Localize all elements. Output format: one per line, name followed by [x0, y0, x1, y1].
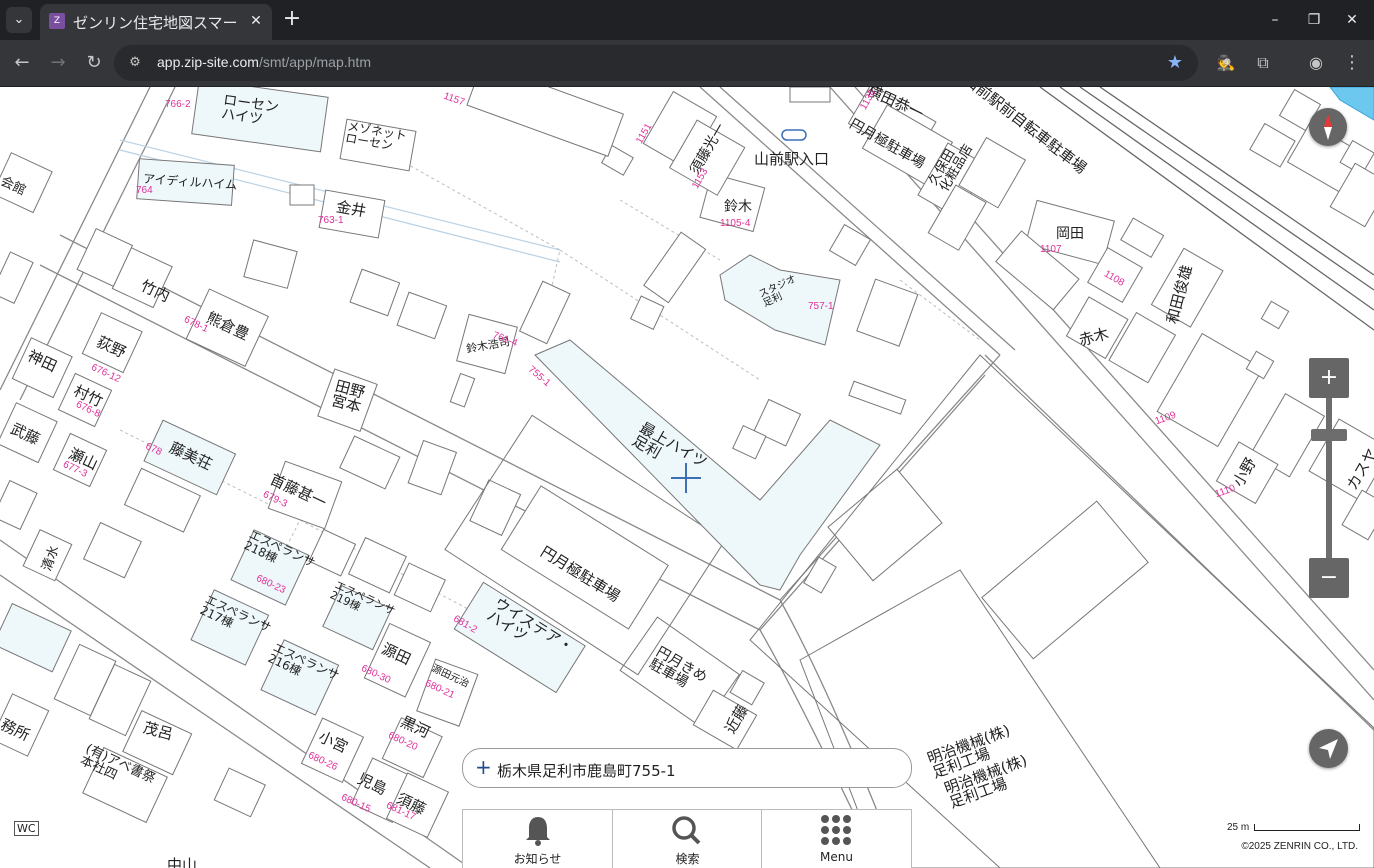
plus-icon: + [282, 6, 302, 31]
browser-toolbar: ← → ↻ ⚙ app.zip-site.com/smt/app/map.htm… [0, 40, 1374, 87]
compass-button[interactable] [1309, 108, 1347, 146]
scale-label: 25 m [1227, 822, 1250, 833]
compass-icon [1324, 114, 1332, 140]
close-icon[interactable]: ✕ [246, 11, 266, 31]
notice-button[interactable]: お知らせ [463, 810, 612, 868]
map-canvas[interactable]: 山前駅入口 ローセン ハイツ メゾネット ローセン アイディルハイム 金井 会館… [0, 87, 1374, 868]
current-location-button[interactable] [1309, 729, 1348, 768]
suzuki-label: 鈴木 [724, 199, 752, 215]
address-bar[interactable]: ⚙ app.zip-site.com/smt/app/map.htm ★ [114, 45, 1198, 81]
restore-button[interactable]: ❐ [1302, 8, 1326, 32]
zoom-slider-track[interactable] [1326, 398, 1332, 558]
reload-button[interactable]: ↻ [81, 50, 107, 76]
plus-icon: + [475, 755, 492, 779]
arrow-right-icon: → [50, 52, 66, 73]
arrow-left-icon: ← [14, 52, 30, 73]
url-text[interactable]: app.zip-site.com/smt/app/map.htm [157, 54, 371, 70]
tab-search-dropdown[interactable]: ⌄ [6, 7, 32, 33]
back-button[interactable]: ← [9, 50, 35, 76]
lot-number: 1105-4 [720, 218, 751, 229]
bell-icon [526, 817, 550, 846]
puzzle-icon[interactable]: ⧉ [1250, 50, 1276, 76]
lot-number: 764 [136, 185, 153, 196]
menu-button[interactable]: Menu [762, 810, 911, 868]
chevron-down-icon: ⌄ [13, 12, 25, 27]
station-entrance-label: 山前駅入口 [754, 150, 830, 168]
lot-number: 763-1 [318, 215, 344, 226]
copyright: ©2025 ZENRIN CO., LTD. [1241, 841, 1358, 852]
favicon: Z [49, 13, 65, 29]
forward-button[interactable]: → [45, 50, 71, 76]
current-address: 栃木県足利市鹿島町755-1 [497, 762, 676, 780]
search-label: 検索 [675, 852, 700, 866]
star-icon[interactable]: ★ [1164, 52, 1186, 74]
browser-title-bar: ⌄ Z ゼンリン住宅地図スマー ✕ + – ❐ ✕ [0, 0, 1374, 40]
new-tab-button[interactable]: + [280, 7, 304, 33]
kebab-icon[interactable]: ⋮ [1339, 50, 1365, 76]
tab-title: ゼンリン住宅地図スマー [73, 14, 238, 32]
search-button[interactable]: 検索 [613, 810, 762, 868]
zoom-in-button[interactable]: + [1309, 358, 1349, 398]
scale-bar [1254, 824, 1360, 831]
lot-number: 1107 [1040, 244, 1062, 255]
spy-icon[interactable]: 🕵 [1213, 50, 1239, 76]
reload-icon: ↻ [86, 52, 102, 73]
search-icon [672, 816, 701, 845]
close-window-button[interactable]: ✕ [1340, 8, 1364, 32]
url-path: /smt/app/map.htm [258, 54, 371, 70]
minimize-button[interactable]: – [1263, 8, 1287, 32]
okada-label: 岡田 [1056, 226, 1084, 242]
wc-label: WC [14, 821, 39, 836]
nakayama-label: 中山 [167, 856, 198, 868]
restore-icon: ❐ [1307, 12, 1321, 28]
lot-number: 766-2 [165, 99, 191, 110]
address-search-box[interactable]: + 栃木県足利市鹿島町755-1 [462, 748, 912, 788]
bottom-menu-bar: お知らせ 検索 Menu [462, 809, 912, 868]
notice-label: お知らせ [513, 852, 562, 866]
menu-label: Menu [820, 850, 853, 864]
url-host: app.zip-site.com [157, 54, 259, 70]
close-icon: ✕ [1346, 12, 1358, 28]
browser-tab[interactable]: Z ゼンリン住宅地図スマー ✕ [40, 4, 272, 40]
tune-icon[interactable]: ⚙ [126, 54, 144, 72]
minus-icon: − [1319, 565, 1339, 590]
navigation-arrow-icon [1319, 739, 1338, 759]
minimize-icon: – [1271, 12, 1279, 28]
grid-icon [821, 815, 851, 845]
zoom-out-button[interactable]: − [1309, 558, 1349, 598]
profile-icon[interactable]: ◉ [1303, 50, 1329, 76]
zoom-slider-thumb[interactable] [1311, 429, 1347, 441]
plus-icon: + [1319, 365, 1339, 390]
lot-number: 757-1 [808, 301, 834, 312]
